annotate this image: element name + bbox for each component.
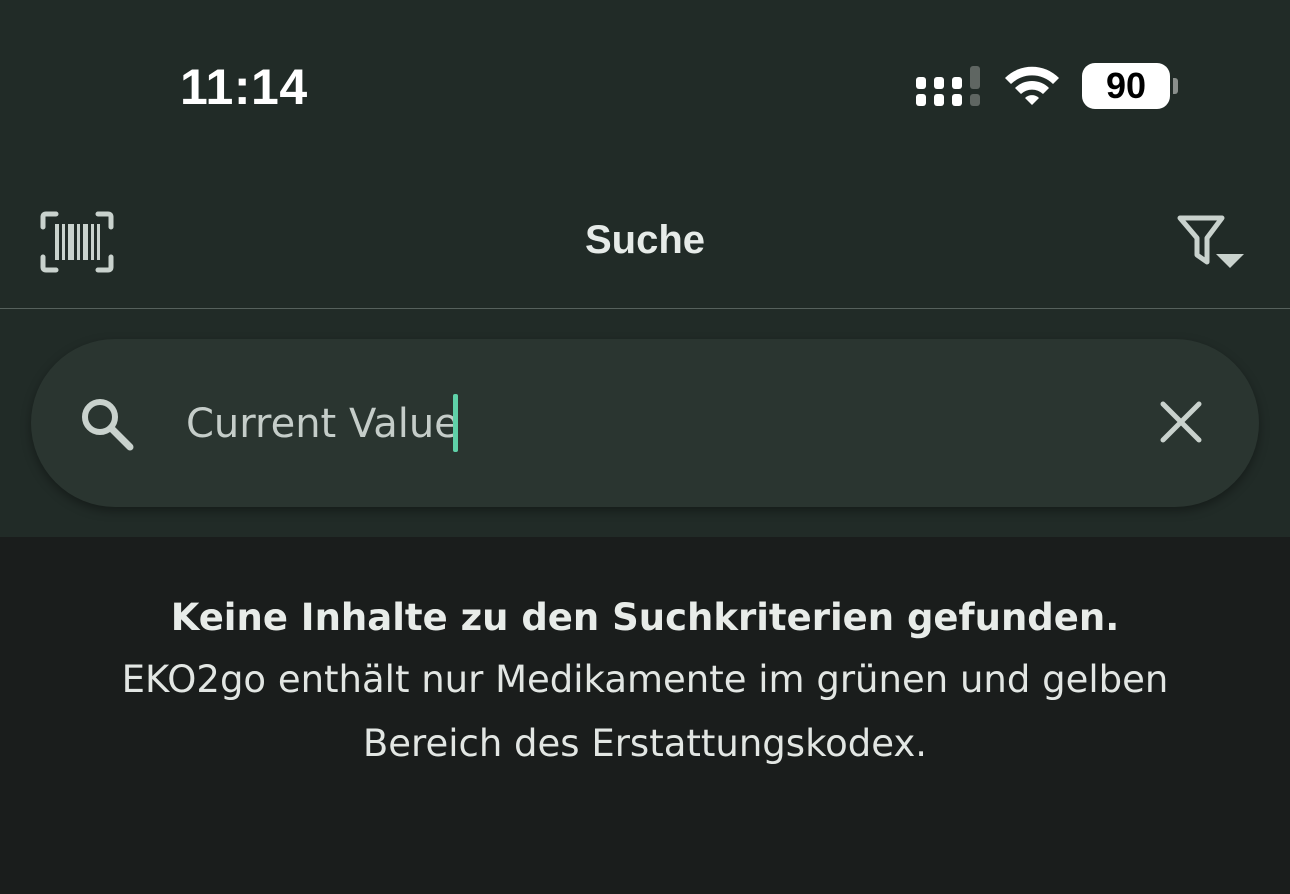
empty-state-title: Keine Inhalte zu den Suchkriterien gefun…: [170, 596, 1120, 639]
signal-icon: [916, 66, 980, 106]
wifi-icon: [1005, 66, 1059, 105]
app-screen: 11:14 90 Suche Current Value Keine Inhal…: [0, 0, 1290, 894]
battery-level: 90: [1082, 63, 1170, 109]
filter-dropdown-icon[interactable]: [1176, 212, 1246, 272]
text-caret: [453, 394, 458, 452]
status-time: 11:14: [180, 59, 308, 115]
empty-state-body-line1: EKO2go enthält nur Medikamente im grünen…: [121, 658, 1169, 701]
battery-icon: 90: [1082, 63, 1180, 111]
empty-state-message: Keine Inhalte zu den Suchkriterien gefun…: [0, 588, 1290, 776]
page-title: Suche: [584, 218, 706, 262]
search-input[interactable]: [186, 395, 1126, 453]
search-icon: [82, 399, 134, 451]
empty-state-body-line2: Bereich des Erstattungskodex.: [362, 722, 928, 765]
header-divider: [0, 308, 1290, 309]
close-icon[interactable]: [1158, 399, 1204, 445]
empty-state-body: EKO2go enthält nur Medikamente im grünen…: [0, 648, 1290, 776]
battery-tip: [1173, 78, 1178, 94]
